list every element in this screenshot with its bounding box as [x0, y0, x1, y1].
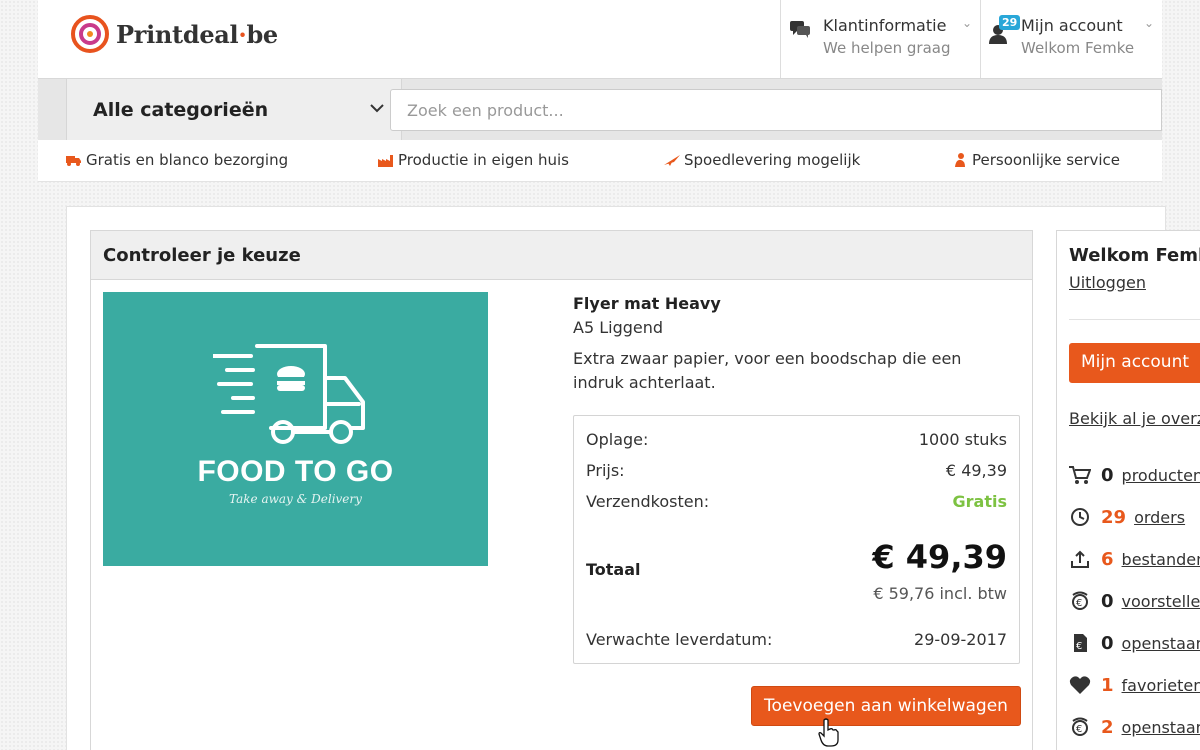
clock-icon [1071, 508, 1089, 526]
euro-doc-icon: € [1074, 634, 1087, 652]
heart-icon [1069, 676, 1091, 694]
total-incl-btw: € 59,76 incl. btw [873, 584, 1007, 603]
check-choice-panel: Controleer je keuze FOOD TO GO Take away… [90, 230, 1033, 750]
header-klantinformatie[interactable]: Klantinformatie We helpen graag ⌄ [780, 0, 980, 78]
euro-circle-icon: € [1072, 717, 1088, 736]
stat-bestanden[interactable]: 6 bestanden [1069, 547, 1200, 571]
hand-cursor-icon [818, 718, 839, 747]
search-input[interactable] [390, 89, 1162, 131]
stat-producten[interactable]: 0 producten [1069, 463, 1200, 487]
svg-text:€: € [1076, 598, 1082, 609]
stat-orders[interactable]: 29 orders [1069, 505, 1185, 529]
divider [1069, 319, 1200, 320]
delivery-truck-icon [213, 344, 365, 444]
image-subtitle: Take away & Delivery [229, 492, 362, 506]
svg-text:€: € [1076, 724, 1082, 735]
product-variant: A5 Liggend [573, 318, 664, 337]
stat-voorstellen[interactable]: € 0voorstellen [1069, 589, 1200, 613]
usp-item: Gratis en blanco bezorging [66, 151, 288, 169]
chevron-down-icon: ⌄ [1143, 16, 1154, 30]
panel-title: Controleer je keuze [91, 231, 1032, 280]
usp-bar: Gratis en blanco bezorging Productie in … [38, 140, 1162, 182]
logo[interactable]: Printdeal·be [70, 14, 278, 54]
chat-bubbles-icon [790, 21, 810, 38]
total-label: Totaal [586, 560, 641, 579]
plane-icon [664, 155, 680, 166]
view-all-link[interactable]: Bekijk al je overzichten [1069, 409, 1200, 428]
product-description: Extra zwaar papier, voor een boodschap d… [573, 349, 962, 392]
category-search-bar: Alle categorieën [38, 78, 1162, 141]
stat-openstaand[interactable]: € 0openstaand [1069, 631, 1200, 655]
logout-link[interactable]: Uitloggen [1069, 273, 1146, 292]
upload-icon [1071, 550, 1089, 568]
usp-item: Productie in eigen huis [378, 151, 569, 169]
stat-favorieten[interactable]: 1 favorieten [1069, 673, 1200, 697]
category-label: Alle categorieën [93, 99, 269, 121]
stat-openstaand-2[interactable]: € 2openstaand [1069, 715, 1200, 739]
truck-icon [66, 156, 81, 166]
usp-item: Spoedlevering mogelijk [664, 151, 860, 169]
usp-item: Persoonlijke service [952, 151, 1120, 169]
logo-text: Printdeal·be [116, 19, 278, 49]
order-summary: Oplage: 1000 stuks Prijs: € 49,39 Verzendk… [573, 415, 1020, 664]
euro-circle-icon: € [1072, 591, 1088, 610]
chevron-down-icon [370, 104, 384, 113]
cart-icon [1069, 466, 1091, 484]
printdeal-logo-icon [71, 15, 109, 53]
my-account-button[interactable]: Mijn account [1069, 343, 1200, 383]
svg-text:€: € [1076, 641, 1082, 652]
add-to-cart-button[interactable]: Toevoegen aan winkelwagen [751, 686, 1021, 726]
site-header: Printdeal·be Klantinformatie We helpen g… [38, 0, 1162, 78]
account-subtitle: Welkom Femke [1021, 39, 1135, 57]
klant-subtitle: We helpen graag [823, 39, 951, 57]
account-badge: 29 [999, 15, 1021, 30]
total-price: € 49,39 [872, 538, 1007, 576]
person-icon [955, 153, 965, 167]
chevron-down-icon: ⌄ [961, 16, 972, 30]
product-preview-image: FOOD TO GO Take away & Delivery [103, 292, 488, 566]
welcome-panel: Welkom Femke Uitloggen Mijn account Beki… [1056, 230, 1200, 750]
klant-title: Klantinformatie [823, 16, 947, 35]
image-title: FOOD TO GO [197, 455, 394, 488]
category-dropdown[interactable]: Alle categorieën [66, 79, 402, 141]
account-title: Mijn account [1021, 16, 1123, 35]
welcome-title: Welkom Femke [1069, 245, 1200, 266]
header-mijn-account[interactable]: 29 Mijn account Welkom Femke ⌄ [980, 0, 1162, 78]
factory-icon [378, 155, 393, 167]
product-name: Flyer mat Heavy [573, 294, 721, 313]
